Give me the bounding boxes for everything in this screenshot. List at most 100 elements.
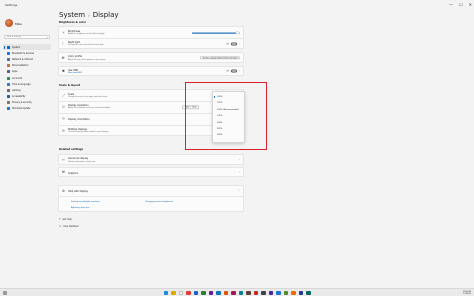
- breadcrumb: System › Display: [59, 11, 119, 19]
- graphics-icon: ▤: [62, 169, 65, 174]
- get-help-link[interactable]: ? Get help: [59, 218, 72, 221]
- help-link[interactable]: Adjusting font size: [71, 207, 89, 209]
- color-profile-dropdown[interactable]: Surface Laptop Studio Profile (Default): [200, 55, 240, 60]
- color-profile-card: ◐ Color profile Adjust the way colors ap…: [58, 52, 244, 63]
- advanced-display-row[interactable]: ▭ Advanced display Display information, …: [59, 155, 243, 164]
- taskbar-app-icon[interactable]: [276, 290, 281, 295]
- sidebar-item-accessibility[interactable]: Accessibility: [3, 94, 51, 100]
- sidebar-item-personalization[interactable]: Personalization: [3, 63, 51, 69]
- sun-icon: ☼: [62, 30, 65, 35]
- start-icon[interactable]: [163, 290, 168, 295]
- hdr-card: ▣ Use HDR More about HDR Off ›: [58, 66, 244, 76]
- row-subtitle: Adjust the resolution to fit your connec…: [68, 107, 111, 110]
- brightness-row[interactable]: ☼ Brightness Adjust the brightness of th…: [59, 27, 243, 38]
- monitor-icon: ▭: [62, 157, 65, 162]
- scale-icon: ⤢: [62, 93, 65, 98]
- taskbar-app-icon[interactable]: [261, 290, 266, 295]
- row-title: Graphics: [68, 171, 79, 175]
- sidebar-item-windows-update[interactable]: Windows Update: [3, 106, 51, 112]
- help-link[interactable]: Changing screen brightness: [145, 201, 173, 203]
- row-subtitle: Change the size of text, apps, and other…: [68, 95, 108, 98]
- taskbar-app-icon[interactable]: [231, 290, 236, 295]
- hdr-more-link[interactable]: More about HDR: [68, 72, 82, 74]
- window-controls: — ☐ ✕: [449, 2, 472, 7]
- title-bar: Settings — ☐ ✕: [0, 0, 474, 8]
- taskbar-app-icon[interactable]: [253, 290, 258, 295]
- chevron-right-icon: ›: [239, 69, 240, 73]
- graphics-row[interactable]: ▤ Graphics ›: [59, 168, 243, 176]
- taskbar-app-icon[interactable]: [246, 290, 251, 295]
- taskbar-app-icon[interactable]: [223, 290, 228, 295]
- chevron-up-icon[interactable]: ⌃: [238, 190, 240, 193]
- sidebar-item-label: Time & language: [12, 82, 31, 86]
- breadcrumb-parent[interactable]: System: [59, 11, 85, 19]
- color-profile-row[interactable]: ◐ Color profile Adjust the way colors ap…: [59, 53, 243, 62]
- hdr-icon: ▣: [62, 68, 65, 73]
- taskbar: 12:00 PM 1/1/2022: [0, 288, 474, 296]
- bluetooth-icon: [7, 51, 10, 55]
- apps-icon: [7, 70, 10, 74]
- taskbar-app-icon[interactable]: [208, 290, 213, 295]
- night-light-toggle[interactable]: [231, 42, 238, 46]
- breadcrumb-separator: ›: [88, 13, 90, 18]
- page-title: Display: [92, 11, 119, 19]
- taskbar-app-icon[interactable]: [283, 290, 288, 295]
- taskbar-app-icon[interactable]: [306, 290, 311, 295]
- sidebar-item-label: Gaming: [12, 88, 21, 92]
- globe-icon: [7, 82, 10, 86]
- color-profile-icon: ◐: [62, 55, 65, 60]
- give-feedback-label: Give feedback: [63, 225, 79, 228]
- help-icon: ?: [59, 218, 61, 221]
- help-link[interactable]: Setting up multiple monitors: [71, 201, 100, 203]
- row-subtitle: Adjust the brightness of the built-in di…: [68, 32, 105, 35]
- minimize-button[interactable]: —: [449, 2, 453, 7]
- taskbar-app-icon[interactable]: [171, 290, 176, 295]
- taskbar-app-icon[interactable]: [201, 290, 206, 295]
- user-name: Mike: [15, 22, 22, 26]
- slider-thumb[interactable]: [235, 31, 239, 34]
- taskbar-app-icon[interactable]: [298, 290, 303, 295]
- taskbar-app-icon[interactable]: [193, 290, 198, 295]
- sidebar-item-privacy[interactable]: Privacy & security: [3, 100, 51, 106]
- help-display-row[interactable]: ◍ Help with Display ⌃: [59, 186, 243, 196]
- taskbar-app-icon[interactable]: [216, 290, 221, 295]
- section-title-brightness: Brightness & color: [59, 21, 87, 24]
- hdr-controls: Off ›: [226, 69, 240, 73]
- sidebar-item-label: Bluetooth & devices: [12, 51, 35, 55]
- brightness-slider[interactable]: [192, 31, 240, 34]
- row-subtitle: Choose the presentation mode for your di…: [68, 131, 109, 134]
- taskbar-app-icon[interactable]: [178, 290, 183, 295]
- sidebar-item-network[interactable]: Network & internet: [3, 56, 51, 62]
- night-light-row[interactable]: ☾ Night light Use warmer colors to help …: [59, 38, 243, 50]
- row-subtitle: Use warmer colors to help block blue lig…: [68, 44, 104, 47]
- taskbar-app-icon[interactable]: [268, 290, 273, 295]
- give-feedback-link[interactable]: ✎ Give feedback: [59, 225, 79, 228]
- shield-icon: [7, 101, 10, 105]
- sidebar-item-label: Accounts: [12, 76, 22, 80]
- hdr-toggle[interactable]: [231, 69, 238, 73]
- help-controls: ⌃: [238, 190, 240, 193]
- maximize-button[interactable]: ☐: [459, 2, 463, 7]
- taskbar-app-icon[interactable]: [291, 290, 296, 295]
- hdr-row[interactable]: ▣ Use HDR More about HDR Off ›: [59, 67, 243, 75]
- chevron-right-icon: ›: [239, 170, 240, 174]
- system-tray[interactable]: 12:00 PM 1/1/2022: [463, 291, 471, 295]
- close-button[interactable]: ✕: [469, 2, 472, 7]
- taskbar-app-icon[interactable]: [186, 290, 191, 295]
- nav-list: System Bluetooth & devices Network & int…: [3, 44, 51, 112]
- sidebar-item-gaming[interactable]: Gaming: [3, 87, 51, 93]
- get-help-label: Get help: [62, 218, 72, 221]
- globe-icon: ◍: [62, 188, 65, 193]
- avatar[interactable]: [5, 19, 13, 27]
- row-subtitle: Display information, refresh rate: [68, 160, 96, 163]
- advanced-display-card: ▭ Advanced display Display information, …: [58, 154, 244, 165]
- section-title-scale: Scale & layout: [59, 84, 80, 87]
- brightness-card: ☼ Brightness Adjust the brightness of th…: [58, 26, 244, 49]
- search-input[interactable]: Find a setting ⌕: [4, 35, 50, 39]
- taskbar-app-icon[interactable]: [238, 290, 243, 295]
- sidebar: Mike Find a setting ⌕ System Bluetooth &…: [0, 8, 55, 278]
- search-placeholder: Find a setting: [7, 36, 21, 38]
- clock-date: 1/1/2022: [462, 292, 471, 295]
- network-icon: [7, 57, 10, 61]
- feedback-icon: ✎: [59, 225, 62, 228]
